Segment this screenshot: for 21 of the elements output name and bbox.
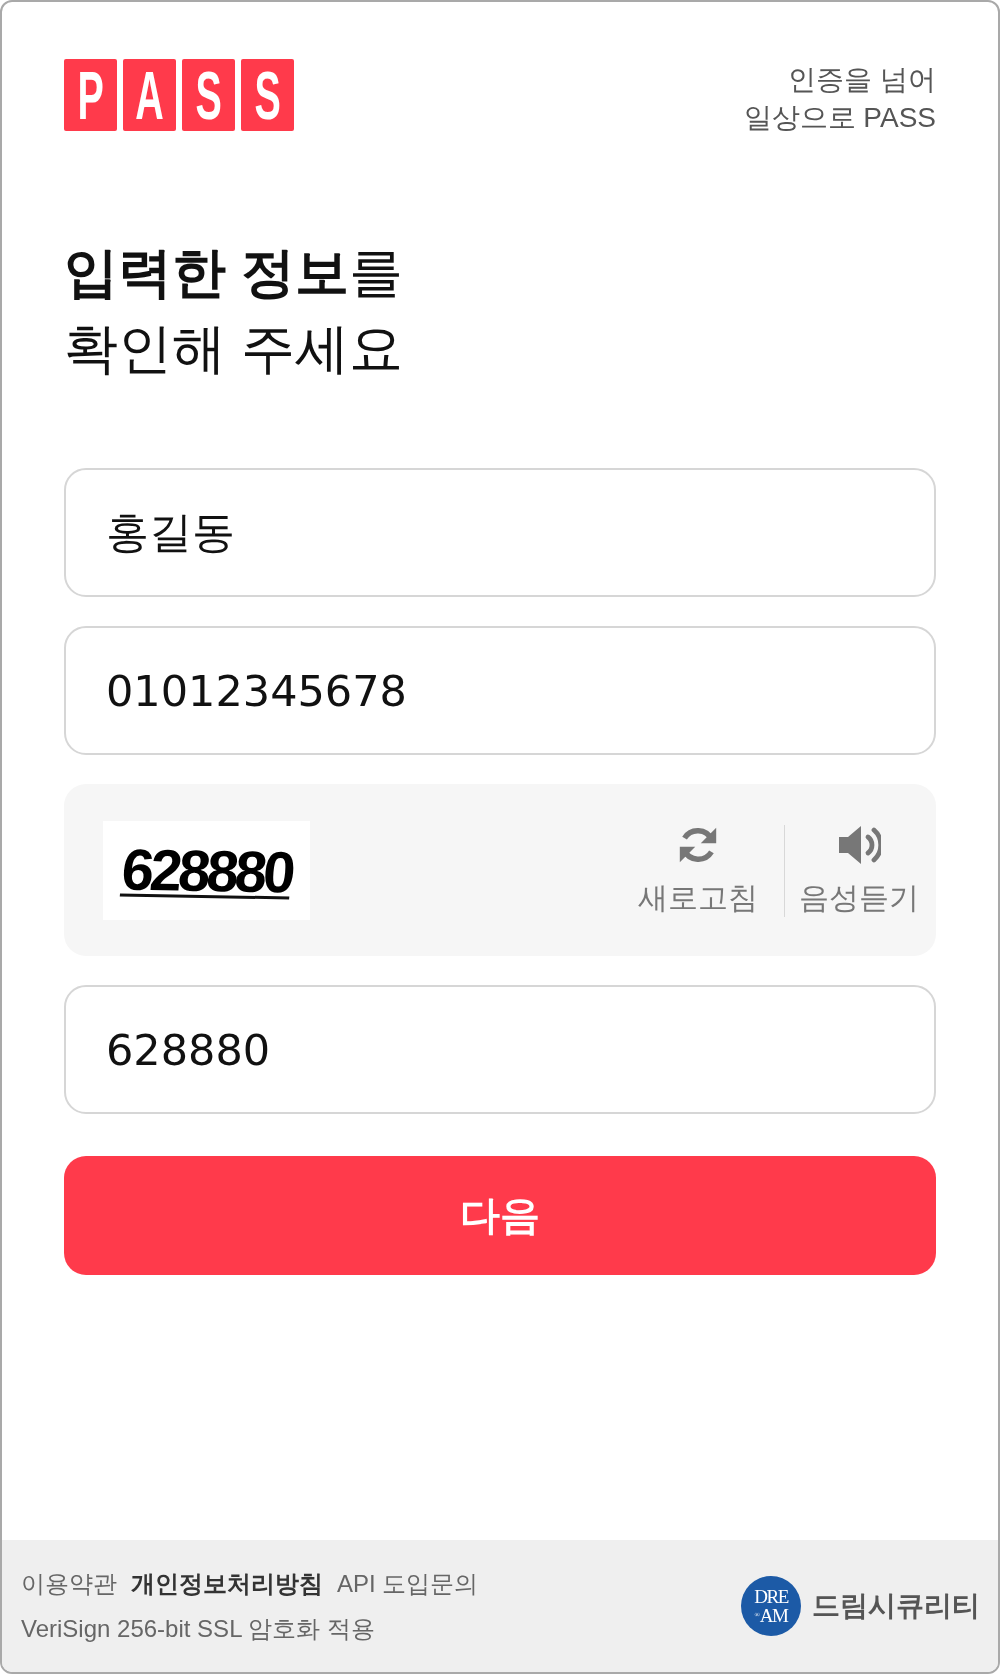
logo-tile: S — [182, 59, 235, 131]
refresh-button[interactable]: 새로고침 — [638, 825, 758, 916]
captcha-text: 628880 — [119, 837, 294, 904]
brand-name: 드림시큐리티 — [812, 1589, 980, 1623]
footer-link[interactable]: 개인정보처리방침 — [131, 1561, 323, 1606]
page-title: 입력한 정보를 확인해 주세요 — [64, 241, 404, 380]
logo-tile: P — [64, 59, 117, 131]
audio-button[interactable]: 음성듣기 — [799, 825, 919, 916]
refresh-icon — [678, 825, 718, 865]
name-field[interactable]: 홍길동 — [64, 468, 936, 597]
next-button[interactable]: 다음 — [64, 1156, 936, 1275]
code-field[interactable]: 628880 — [64, 985, 936, 1114]
brand-logo-mark: DRE $^{®}$AM — [741, 1576, 801, 1636]
footer-link[interactable]: API 도입문의 — [337, 1561, 479, 1606]
phone-field[interactable]: 01012345678 — [64, 626, 936, 755]
logo-tile: A — [123, 59, 176, 131]
security-note: VeriSign 256-bit SSL 암호화 적용 — [21, 1614, 376, 1644]
logo-tile: S — [241, 59, 294, 131]
footer-link[interactable]: 이용약관 — [21, 1561, 117, 1606]
tagline: 인증을 넘어 일상으로 PASS — [743, 63, 936, 135]
speaker-icon — [837, 825, 881, 865]
